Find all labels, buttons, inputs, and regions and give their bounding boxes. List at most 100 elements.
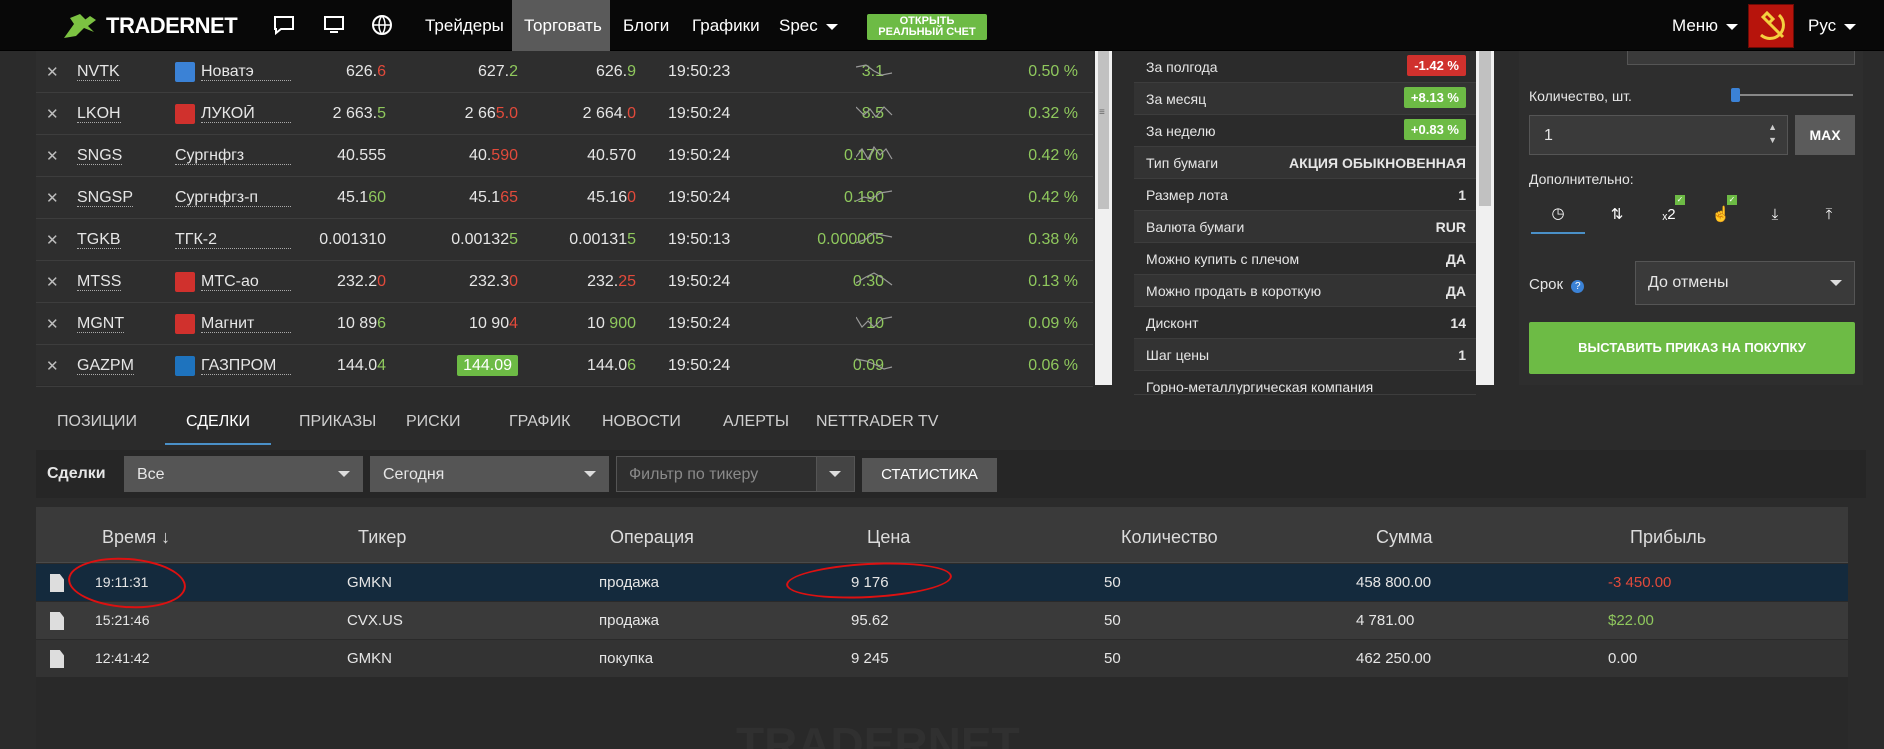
table-row[interactable]: 12:41:42 GMKN покупка 9 245 50 462 250.00 0.00 <box>36 640 1848 678</box>
quantity-slider-handle[interactable] <box>1731 88 1740 102</box>
remove-icon[interactable]: ✕ <box>46 315 59 333</box>
watchlist-row[interactable]: ✕ GAZPM ГАЗПРОМ 144.04 144.09 144.06 19:50… <box>36 345 1093 387</box>
ticker-filter-dropdown[interactable] <box>816 457 854 491</box>
nav-spec[interactable]: Spec <box>767 0 850 51</box>
company-logo-icon <box>175 314 195 334</box>
remove-icon[interactable]: ✕ <box>46 273 59 291</box>
info-scrollbar[interactable] <box>1476 51 1494 385</box>
help-icon[interactable]: ? <box>1571 280 1585 293</box>
price-p1: 232.20 <box>337 273 386 290</box>
watchlist-row[interactable]: ✕ MGNT Магнит 10 896 10 904 10 900 19:50:2… <box>36 303 1093 345</box>
hand-pointer-icon[interactable]: ☝ ✓ <box>1701 195 1741 227</box>
performance-badge: -1.42 % <box>1407 55 1466 76</box>
monitor-icon[interactable] <box>320 12 348 38</box>
ticker-link[interactable]: TGKB <box>77 231 121 249</box>
clock-icon[interactable]: ◷ <box>1531 194 1585 234</box>
sparkline-chart <box>856 316 893 328</box>
period-select[interactable]: Сегодня <box>370 456 609 492</box>
nav-trade[interactable]: Торговать <box>512 0 610 51</box>
price-p2: 45.165 <box>469 189 518 206</box>
term-select[interactable]: До отмены <box>1635 261 1855 305</box>
statistics-button[interactable]: СТАТИСТИКА <box>862 458 997 492</box>
remove-icon[interactable]: ✕ <box>46 189 59 207</box>
watchlist: ✕ NVTK Новатэ 626.6 627.2 626.9 19:50:23 3… <box>36 51 1093 387</box>
tab-7[interactable]: NETTRADER TV <box>795 398 959 445</box>
quote-time: 19:50:24 <box>668 315 731 332</box>
open-real-account-button[interactable]: ОТКРЫТЬ РЕАЛЬНЫЙ СЧЕТ <box>867 14 987 40</box>
tab-1[interactable]: СДЕЛКИ <box>165 398 272 445</box>
quote-time: 19:50:24 <box>668 189 731 206</box>
tab-4[interactable]: ГРАФИК <box>488 398 591 445</box>
place-buy-order-button[interactable]: ВЫСТАВИТЬ ПРИКАЗ НА ПОКУПКУ <box>1529 322 1855 374</box>
ticker-link[interactable]: MTSS <box>77 273 122 291</box>
watchlist-row[interactable]: ✕ SNGS Сургнфгз 40.555 40.590 40.570 19:50… <box>36 135 1093 177</box>
column-header[interactable]: Время ↓ <box>102 527 170 548</box>
max-button[interactable]: MAX <box>1795 115 1855 155</box>
nav-traders[interactable]: Трейдеры <box>413 0 516 51</box>
change-percent: 0.42 % <box>1028 189 1078 206</box>
ticker-link[interactable]: SNGS <box>77 147 123 165</box>
document-icon[interactable] <box>50 612 64 630</box>
brand-logo[interactable]: TRADERNET <box>60 10 238 42</box>
menu-dropdown[interactable]: Меню <box>1672 0 1738 51</box>
remove-icon[interactable]: ✕ <box>46 63 59 81</box>
cell-ticker: GMKN <box>347 574 392 591</box>
chat-icon[interactable] <box>270 12 298 38</box>
watchlist-row[interactable]: ✕ SNGSP Сургнфгз-п 45.160 45.165 45.160 19… <box>36 177 1093 219</box>
watchlist-row[interactable]: ✕ MTSS МТС-ао 232.20 232.30 232.25 19:50:2… <box>36 261 1093 303</box>
nav-blogs[interactable]: Блоги <box>611 0 681 51</box>
filter-bar: Сделки Все Сегодня Фильтр по тикеру СТАТ… <box>36 450 1866 498</box>
change-percent: 0.42 % <box>1028 147 1078 164</box>
dragon-icon <box>64 14 96 38</box>
tab-6[interactable]: АЛЕРТЫ <box>702 398 810 445</box>
avatar[interactable] <box>1748 4 1794 48</box>
quantity-slider-track[interactable] <box>1733 94 1853 96</box>
price-p3: 40.570 <box>587 147 636 164</box>
ticker-link[interactable]: MGNT <box>77 315 125 333</box>
tab-5[interactable]: НОВОСТИ <box>581 398 702 445</box>
quote-time: 19:50:24 <box>668 273 731 290</box>
price-p1: 10 896 <box>337 315 386 332</box>
remove-icon[interactable]: ✕ <box>46 105 59 123</box>
remove-icon[interactable]: ✕ <box>46 147 59 165</box>
watchlist-row[interactable]: ✕ NVTK Новатэ 626.6 627.2 626.9 19:50:23 3… <box>36 51 1093 93</box>
watchlist-row[interactable]: ✕ TGKB ТГК-2 0.001310 0.001325 0.001315 19… <box>36 219 1093 261</box>
info-value: 1 <box>1458 347 1466 363</box>
chevron-down-icon <box>338 471 350 477</box>
quantity-value: 1 <box>1544 127 1553 144</box>
info-label: Шаг цены <box>1146 347 1210 363</box>
ticker-filter-input[interactable]: Фильтр по тикеру <box>616 456 855 492</box>
document-icon[interactable] <box>50 650 64 668</box>
table-row[interactable]: 15:21:46 CVX.US продажа 95.62 50 4 781.00 $22.… <box>36 602 1848 640</box>
tab-3[interactable]: РИСКИ <box>385 398 482 445</box>
tab-2[interactable]: ПРИКАЗЫ <box>278 398 397 445</box>
table-empty-area: TRADERNET <box>36 677 1848 749</box>
watchlist-scrollbar[interactable]: ≡ <box>1095 51 1112 385</box>
ticker-link[interactable]: NVTK <box>77 63 120 81</box>
sparkline-chart <box>856 232 893 244</box>
remove-icon[interactable]: ✕ <box>46 231 59 249</box>
document-icon[interactable] <box>50 574 64 592</box>
sparkline-chart <box>856 358 893 370</box>
trade-type-select[interactable]: Все <box>124 456 363 492</box>
change-percent: 0.09 % <box>1028 315 1078 332</box>
ticker-link[interactable]: GAZPM <box>77 357 134 375</box>
cell-price: 95.62 <box>851 612 889 629</box>
quantity-input[interactable]: 1 ▲ ▼ <box>1529 115 1788 155</box>
quote-time: 19:50:24 <box>668 105 731 122</box>
upload-top-icon[interactable]: ⤒ <box>1809 201 1849 227</box>
download-icon[interactable]: ⤓ <box>1755 201 1795 227</box>
remove-icon[interactable]: ✕ <box>46 357 59 375</box>
swap-arrows-icon[interactable]: ⇅ <box>1597 201 1637 227</box>
nav-charts[interactable]: Графики <box>680 0 772 51</box>
watchlist-row[interactable]: ✕ LKOH ЛУКОЙ 2 663.5 2 665.0 2 664.0 19:50… <box>36 93 1093 135</box>
change-percent: 0.38 % <box>1028 231 1078 248</box>
globe-icon[interactable] <box>368 12 396 38</box>
tab-0[interactable]: ПОЗИЦИИ <box>36 398 158 445</box>
price-field[interactable] <box>1627 51 1855 65</box>
language-dropdown[interactable]: Рус <box>1808 0 1857 51</box>
multiplier-x2-icon[interactable]: ₓ2 ✓ <box>1649 195 1689 227</box>
ticker-link[interactable]: LKOH <box>77 105 121 123</box>
quantity-stepper[interactable]: ▲ ▼ <box>1768 121 1777 147</box>
ticker-link[interactable]: SNGSP <box>77 189 134 207</box>
